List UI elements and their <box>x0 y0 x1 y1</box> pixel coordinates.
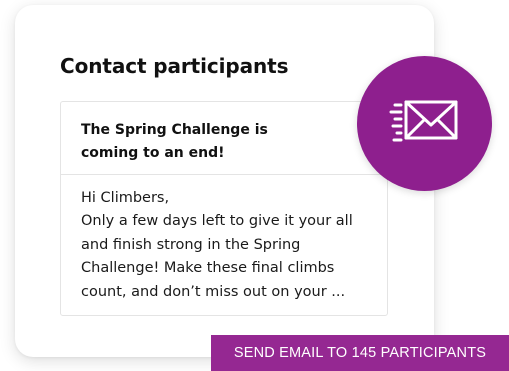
email-body-line: and finish strong in the Spring <box>81 236 301 253</box>
email-preview: The Spring Challenge is coming to an end… <box>60 101 388 316</box>
send-email-button[interactable]: SEND EMAIL TO 145 PARTICIPANTS <box>211 335 509 371</box>
mail-badge <box>357 56 492 191</box>
email-body: Hi Climbers, Only a few days left to giv… <box>61 175 387 304</box>
contact-card: Contact participants The Spring Challeng… <box>15 5 434 357</box>
card-title: Contact participants <box>60 54 289 78</box>
email-body-line: Only a few days left to give it your all <box>81 213 353 230</box>
email-subject: The Spring Challenge is coming to an end… <box>61 102 387 175</box>
email-body-line: count, and don’t miss out on your ... <box>81 283 346 300</box>
fast-mail-icon <box>389 100 458 142</box>
contact-participants-widget: Contact participants The Spring Challeng… <box>0 0 509 371</box>
email-body-line: Challenge! Make these final climbs <box>81 260 335 277</box>
email-body-line: Hi Climbers, <box>81 190 170 206</box>
